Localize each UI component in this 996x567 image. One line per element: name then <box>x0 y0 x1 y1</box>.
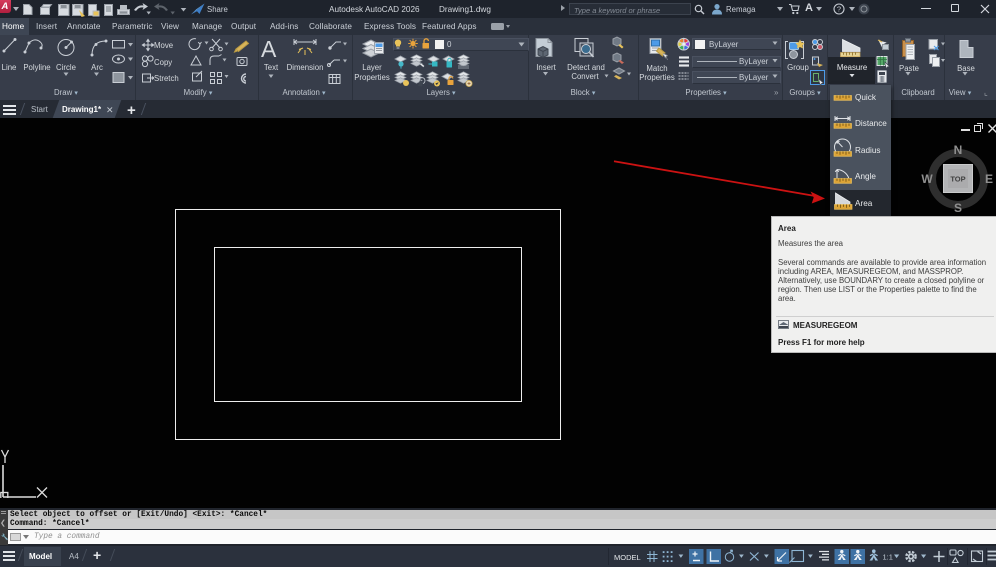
svg-text:1:1: 1:1 <box>883 553 893 562</box>
svg-text:E: E <box>985 172 993 186</box>
svg-text:?: ? <box>837 5 841 14</box>
svg-text:N: N <box>954 143 963 157</box>
svg-text:W: W <box>921 172 933 186</box>
svg-text:S: S <box>954 201 962 215</box>
svg-text:TOP: TOP <box>950 175 965 184</box>
